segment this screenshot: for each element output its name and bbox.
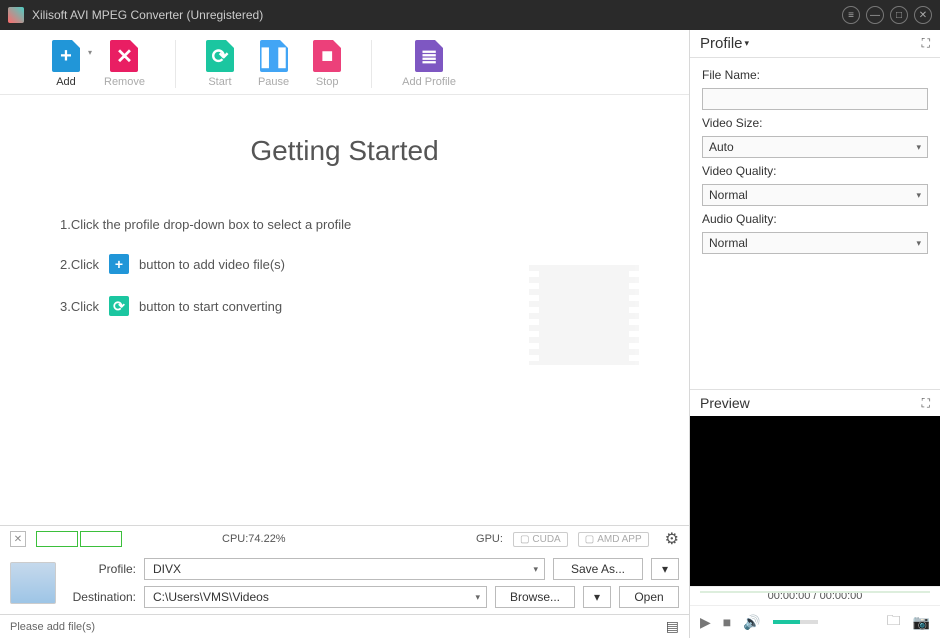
filename-field[interactable] <box>702 88 928 110</box>
video-quality-select[interactable]: Normal▾ <box>702 184 928 206</box>
window-title: Xilisoft AVI MPEG Converter (Unregistere… <box>32 8 842 22</box>
remove-button[interactable]: ✕ Remove <box>92 40 157 88</box>
minimize-button[interactable]: — <box>866 6 884 24</box>
save-as-button[interactable]: Save As... <box>553 558 643 580</box>
save-as-dropdown[interactable]: ▾ <box>651 558 679 580</box>
step-1: 1.Click the profile drop-down box to sel… <box>60 217 629 232</box>
progress-indicator <box>36 531 122 547</box>
app-icon <box>8 7 24 23</box>
profile-header-label: Profile <box>700 35 743 52</box>
add-profile-button[interactable]: ≣ Add Profile <box>390 40 468 88</box>
getting-started-area: Getting Started 1.Click the profile drop… <box>0 95 689 525</box>
destination-label: Destination: <box>66 590 136 604</box>
list-view-icon[interactable]: ▤ <box>666 618 679 635</box>
pause-button[interactable]: ❚❚ Pause <box>246 40 301 88</box>
output-thumbnail <box>10 562 56 604</box>
expand-icon[interactable]: ⛶ <box>922 396 930 411</box>
stop-label: Stop <box>316 76 339 88</box>
browse-button[interactable]: Browse... <box>495 586 575 608</box>
snapshot-icon[interactable]: 📷 <box>913 614 930 631</box>
remove-label: Remove <box>104 76 145 88</box>
plus-icon: + <box>109 254 129 274</box>
volume-icon[interactable]: 🔊 <box>743 614 760 631</box>
clear-list-button[interactable]: ✕ <box>10 531 26 547</box>
refresh-icon: ⟳ <box>206 40 234 72</box>
step-3-suffix: button to start converting <box>139 299 282 314</box>
bottom-panel: ✕ CPU:74.22% GPU: ▢ CUDA ▢ AMD APP ⚙ Pro… <box>0 525 689 638</box>
step-2-suffix: button to add video file(s) <box>139 257 285 272</box>
close-button[interactable]: ✕ <box>914 6 932 24</box>
destination-value: C:\Users\VMS\Videos <box>153 590 269 604</box>
filename-label: File Name: <box>702 68 928 82</box>
chevron-down-icon: ▾ <box>745 38 750 49</box>
cpu-value: 74.22% <box>248 533 285 545</box>
audio-quality-label: Audio Quality: <box>702 212 928 226</box>
preview-header-label: Preview <box>700 395 750 411</box>
video-quality-label: Video Quality: <box>702 164 928 178</box>
add-label: Add <box>56 76 76 88</box>
step-2-prefix: 2.Click <box>60 257 99 272</box>
playback-controls: ▶ ■ 🔊 🗀 📷 <box>690 606 940 638</box>
x-icon: ✕ <box>110 40 138 72</box>
play-icon[interactable]: ▶ <box>700 614 711 631</box>
open-button[interactable]: Open <box>619 586 679 608</box>
preview-video <box>690 416 940 586</box>
pause-icon: ❚❚ <box>260 40 288 72</box>
step-1-text: 1.Click the profile drop-down box to sel… <box>60 217 351 232</box>
refresh-icon: ⟳ <box>109 296 129 316</box>
add-button[interactable]: + ▾ Add <box>40 40 92 88</box>
theme-button[interactable]: ≡ <box>842 6 860 24</box>
add-profile-label: Add Profile <box>402 76 456 88</box>
main-toolbar: + ▾ Add ✕ Remove ⟳ Start ❚❚ Pause <box>0 30 689 95</box>
stop-icon: ■ <box>313 40 341 72</box>
amd-chip[interactable]: ▢ AMD APP <box>578 532 649 547</box>
profile-select[interactable]: DIVX ▾ <box>144 558 545 580</box>
profile-icon: ≣ <box>415 40 443 72</box>
video-size-label: Video Size: <box>702 116 928 130</box>
destination-select[interactable]: C:\Users\VMS\Videos ▾ <box>144 586 487 608</box>
maximize-button[interactable]: □ <box>890 6 908 24</box>
chevron-down-icon: ▾ <box>475 592 480 603</box>
preview-header: Preview ⛶ <box>690 390 940 416</box>
status-bar: Please add file(s) ▤ <box>0 614 689 638</box>
browse-dropdown[interactable]: ▾ <box>583 586 611 608</box>
status-message: Please add file(s) <box>10 621 95 633</box>
profile-label: Profile: <box>66 562 136 576</box>
step-3-prefix: 3.Click <box>60 299 99 314</box>
chevron-down-icon: ▾ <box>533 564 538 575</box>
profile-panel-header[interactable]: Profile ▾ ⛶ <box>690 30 940 58</box>
right-panel: Profile ▾ ⛶ File Name: Video Size: Auto▾… <box>690 30 940 638</box>
profile-value: DIVX <box>153 562 181 576</box>
start-button[interactable]: ⟳ Start <box>194 40 246 88</box>
time-display: 00:00:00 / 00:00:00 <box>690 586 940 606</box>
volume-slider[interactable] <box>773 620 818 624</box>
plus-icon: + <box>52 40 80 72</box>
audio-quality-select[interactable]: Normal▾ <box>702 232 928 254</box>
stop-playback-icon[interactable]: ■ <box>723 614 731 630</box>
screenshot-folder-icon[interactable]: 🗀 <box>887 610 901 634</box>
preview-panel: Preview ⛶ 00:00:00 / 00:00:00 ▶ ■ 🔊 🗀 📷 <box>690 389 940 638</box>
getting-started-heading: Getting Started <box>60 135 629 167</box>
cuda-chip[interactable]: ▢ CUDA <box>513 532 568 547</box>
filmstrip-graphic <box>539 265 629 365</box>
video-size-select[interactable]: Auto▾ <box>702 136 928 158</box>
start-label: Start <box>208 76 231 88</box>
gpu-label: GPU: <box>476 533 503 545</box>
pause-label: Pause <box>258 76 289 88</box>
cpu-label: CPU: <box>222 533 248 545</box>
expand-icon[interactable]: ⛶ <box>922 36 930 51</box>
title-bar: Xilisoft AVI MPEG Converter (Unregistere… <box>0 0 940 30</box>
time-text: 00:00:00 / 00:00:00 <box>768 590 863 602</box>
stop-button[interactable]: ■ Stop <box>301 40 353 88</box>
gear-icon[interactable]: ⚙ <box>665 529 679 549</box>
